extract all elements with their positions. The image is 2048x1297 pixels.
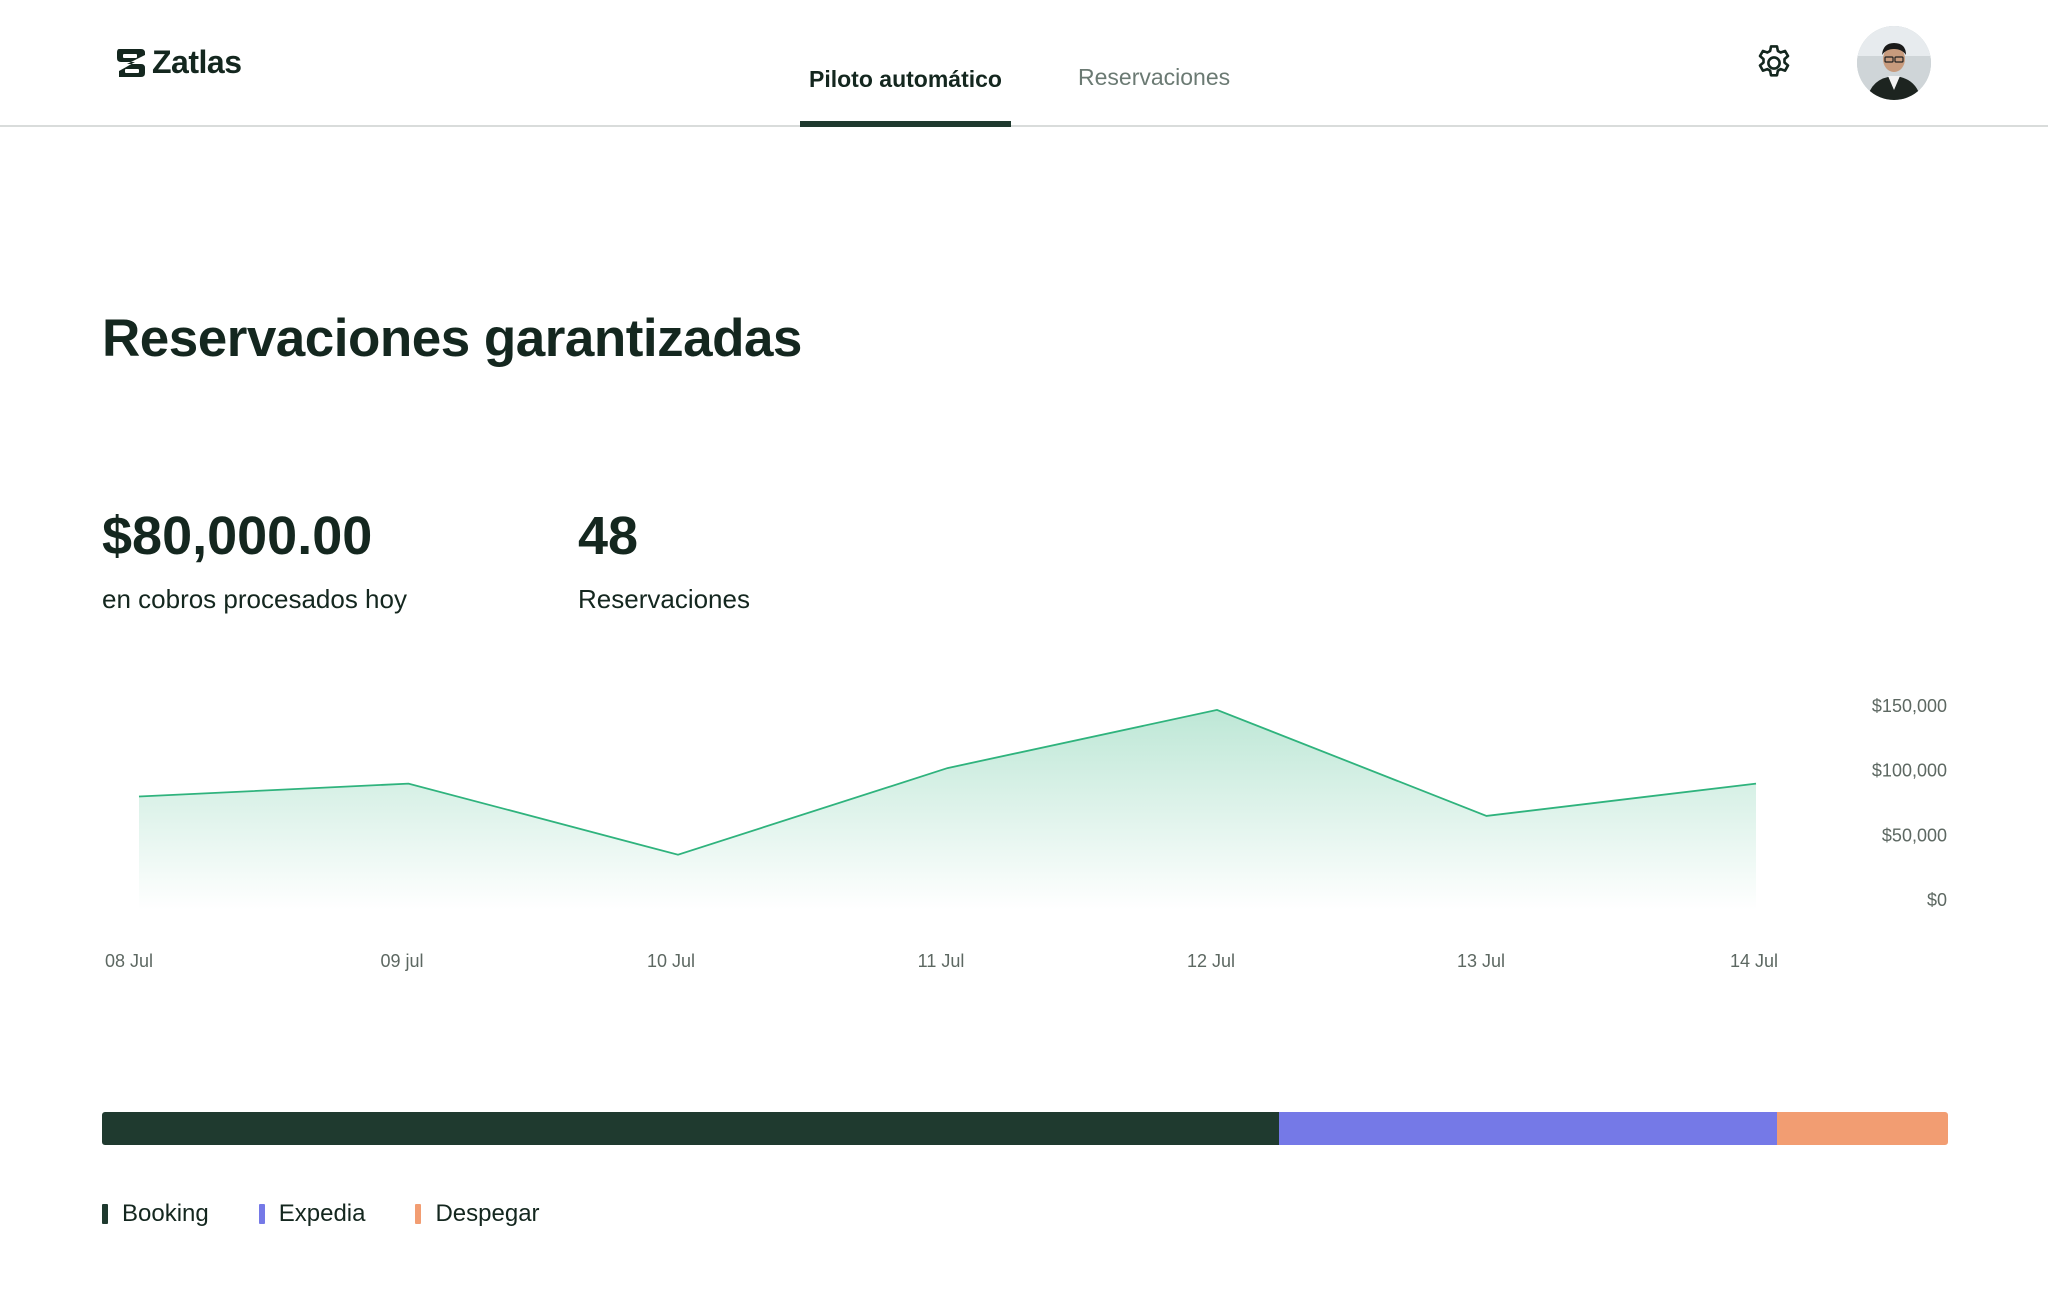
avatar[interactable] — [1857, 26, 1931, 100]
tab-piloto-automatico[interactable]: Piloto automático — [800, 66, 1011, 93]
x-tick-label: 14 Jul — [1730, 951, 1778, 971]
user-photo-icon — [1857, 26, 1931, 100]
x-tick-label: 11 Jul — [918, 951, 965, 971]
channel-legend: Booking Expedia Despegar — [102, 1200, 540, 1228]
y-tick-label: $50,000 — [1882, 825, 1947, 845]
chart-area-fill — [139, 709, 1756, 910]
metric-processed-label: en cobros procesados hoy — [102, 584, 407, 614]
x-tick-label: 13 Jul — [1457, 951, 1505, 971]
legend-label: Booking — [122, 1200, 209, 1227]
brand-name: Zatlas — [152, 44, 242, 80]
legend-item-despegar: Despegar — [415, 1200, 540, 1228]
channel-segment-despegar[interactable] — [1777, 1112, 1948, 1145]
page-title: Reservaciones garantizadas — [102, 309, 802, 368]
active-tab-indicator — [800, 121, 1011, 127]
legend-label: Despegar — [435, 1200, 540, 1227]
x-tick-label: 12 Jul — [1187, 951, 1235, 971]
zatlas-logo-icon — [117, 48, 145, 77]
x-tick-label: 08 Jul — [105, 951, 153, 971]
metric-processed-amount: $80,000.00 — [102, 506, 373, 566]
y-tick-label: $0 — [1927, 890, 1947, 910]
brand-logo[interactable]: Zatlas — [114, 44, 242, 81]
tab-reservaciones[interactable]: Reservaciones — [1078, 64, 1230, 91]
legend-item-expedia: Expedia — [258, 1200, 366, 1228]
legend-item-booking: Booking — [102, 1200, 209, 1228]
channel-segment-expedia[interactable] — [1278, 1112, 1778, 1145]
revenue-area-chart: 08 Jul 09 jul 10 Jul 11 Jul 12 Jul 13 Jul 14 J… — [105, 696, 1947, 971]
legend-swatch — [102, 1204, 108, 1224]
gear-icon — [1758, 45, 1790, 77]
legend-label: Expedia — [278, 1200, 366, 1227]
channel-split-bar — [102, 1112, 1948, 1145]
legend-swatch — [415, 1204, 422, 1224]
legend-swatch — [258, 1204, 265, 1224]
y-tick-label: $100,000 — [1872, 761, 1947, 781]
top-navigation: Zatlas Piloto automático Reservaciones — [0, 0, 2048, 127]
metric-reservations-count: 48 — [578, 506, 639, 566]
x-tick-label: 10 Jul — [647, 951, 695, 971]
settings-button[interactable] — [1753, 42, 1795, 84]
metric-reservations-label: Reservaciones — [578, 584, 750, 614]
x-tick-label: 09 jul — [380, 951, 423, 971]
channel-segment-booking[interactable] — [102, 1112, 1279, 1145]
y-tick-label: $150,000 — [1872, 696, 1947, 716]
